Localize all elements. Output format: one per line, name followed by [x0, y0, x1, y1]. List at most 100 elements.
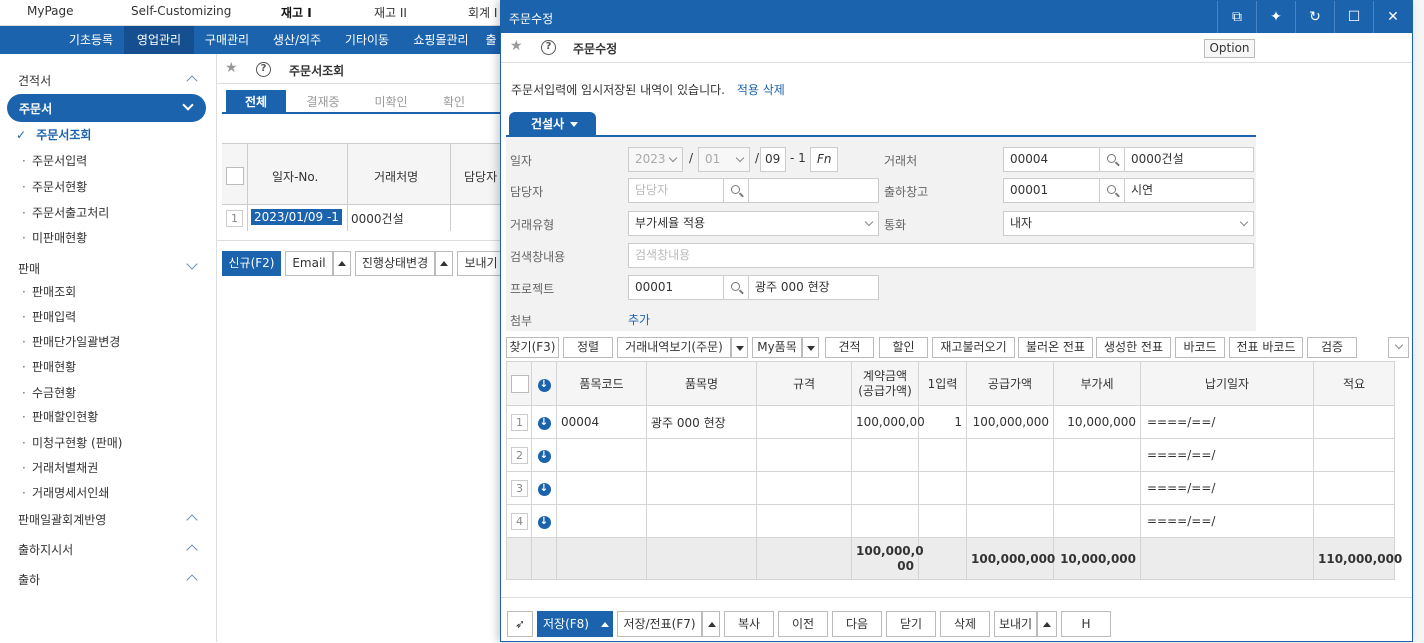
option-button[interactable]: Option: [1204, 39, 1255, 58]
cell-spec[interactable]: [756, 504, 852, 538]
star-icon[interactable]: ★: [225, 60, 238, 76]
order-date-link[interactable]: 2023/01/09 -1: [251, 209, 342, 225]
cell-memo[interactable]: [1313, 405, 1395, 439]
warehouse-code-input[interactable]: 00001: [1003, 178, 1100, 203]
topnav-mypage[interactable]: MyPage: [27, 4, 74, 18]
status-change-button[interactable]: 진행상태변경: [355, 251, 435, 276]
send-icon-button[interactable]: ➶: [507, 611, 533, 637]
cell-due-date[interactable]: ====/==/: [1140, 438, 1314, 472]
warehouse-name-input[interactable]: 시연: [1124, 178, 1254, 203]
sidebar-section-batch-accounting[interactable]: 판매일괄회계반영: [0, 505, 216, 531]
cell-supply-amount[interactable]: 100,000,000: [966, 405, 1054, 439]
cell-vat[interactable]: [1053, 438, 1141, 472]
cell-spec[interactable]: [756, 438, 852, 472]
cell-vat[interactable]: 10,000,000: [1053, 405, 1141, 439]
created-slip-button[interactable]: 생성한 전표: [1096, 337, 1171, 358]
cell-contract-amount[interactable]: [851, 471, 919, 505]
sidebar-item-discount-status[interactable]: · 판매할인현황: [22, 408, 98, 425]
help-icon[interactable]: ?: [541, 40, 556, 55]
sidebar-item-receivables[interactable]: · 거래처별채권: [22, 459, 98, 476]
cell-contract-amount[interactable]: [851, 438, 919, 472]
cell-item-name[interactable]: [646, 471, 757, 505]
sidebar-item-order-shipping[interactable]: · 주문서출고처리: [22, 204, 109, 221]
grid-select-all[interactable]: [506, 361, 532, 406]
barcode-button[interactable]: 바코드: [1175, 337, 1225, 358]
popout-icon[interactable]: ⧉: [1217, 1, 1256, 33]
help-icon[interactable]: ?: [256, 62, 271, 77]
cell-due-date[interactable]: ====/==/: [1140, 405, 1314, 439]
table-row[interactable]: 1 ↓ 00004 광주 000 현장 100,000,00 1 100,000…: [506, 405, 1395, 439]
find-button[interactable]: 찾기(F3): [506, 337, 559, 358]
cell-due-date[interactable]: ====/==/: [1140, 504, 1314, 538]
maximize-icon[interactable]: ☐: [1334, 1, 1373, 33]
arrow-down-circle-icon[interactable]: ↓: [537, 450, 551, 463]
menu-sales-management[interactable]: 영업관리: [124, 26, 194, 54]
warehouse-search-button[interactable]: [1099, 178, 1125, 203]
close-button[interactable]: 닫기: [886, 611, 936, 637]
topnav-self-customizing[interactable]: Self-Customizing: [131, 4, 231, 18]
topnav-accounting-1[interactable]: 회계 I: [468, 4, 497, 21]
slip-barcode-button[interactable]: 전표 바코드: [1229, 337, 1303, 358]
trade-history-button[interactable]: 거래내역보기(주문): [617, 337, 731, 358]
new-button[interactable]: 신규(F2): [222, 251, 281, 276]
sidebar-section-sales[interactable]: 판매: [0, 254, 216, 280]
refresh-icon[interactable]: ↻: [1295, 1, 1334, 33]
status-dropdown-button[interactable]: [435, 251, 453, 276]
close-icon[interactable]: ✕: [1373, 1, 1412, 33]
trade-history-dropdown[interactable]: [731, 337, 748, 358]
table-row[interactable]: 2 ↓ ====/==/: [506, 438, 1395, 472]
sidebar-item-order-inquiry[interactable]: ✓ 주문서조회: [16, 126, 91, 143]
sidebar-item-order-input[interactable]: · 주문서입력: [22, 152, 87, 169]
menu-other-movement[interactable]: 기타이동: [334, 26, 400, 54]
cell-supply-amount[interactable]: [966, 504, 1054, 538]
project-name-input[interactable]: 광주 000 현장: [748, 275, 879, 300]
date-day-input[interactable]: 09: [760, 147, 786, 172]
cell-item-name[interactable]: [646, 504, 757, 538]
copy-button[interactable]: 복사: [724, 611, 774, 637]
cell-supply-amount[interactable]: [966, 438, 1054, 472]
manager-name-input[interactable]: [748, 178, 879, 203]
cell-item-name[interactable]: [646, 438, 757, 472]
arrow-down-circle-icon[interactable]: ↓: [537, 483, 551, 496]
arrow-down-circle-icon[interactable]: ↓: [537, 516, 551, 529]
currency-select[interactable]: 내자: [1003, 211, 1254, 236]
quote-button[interactable]: 견적: [825, 337, 874, 358]
cell-qty[interactable]: [918, 438, 967, 472]
cell-item-code[interactable]: 00004: [556, 405, 647, 439]
select-all-checkbox[interactable]: [511, 374, 529, 393]
email-dropdown-button[interactable]: [333, 251, 351, 276]
cell-item-code[interactable]: [556, 471, 647, 505]
menu-truncated[interactable]: 출: [482, 26, 500, 54]
menu-production[interactable]: 생산/외주: [260, 26, 334, 54]
cell-supply-amount[interactable]: [966, 471, 1054, 505]
project-search-button[interactable]: [723, 275, 749, 300]
table-row[interactable]: 4 ↓ ====/==/: [506, 504, 1395, 538]
customer-search-button[interactable]: [1099, 147, 1125, 172]
menu-basic-registration[interactable]: 기초등록: [58, 26, 124, 54]
cell-qty[interactable]: [918, 504, 967, 538]
sidebar-item-order-status[interactable]: · 주문서현황: [22, 178, 87, 195]
topnav-inventory-2[interactable]: 재고 II: [374, 4, 407, 21]
sidebar-item-sales-status[interactable]: · 판매현황: [22, 358, 76, 375]
email-button[interactable]: Email: [285, 251, 333, 276]
cell-contract-amount[interactable]: [851, 504, 919, 538]
load-inventory-button[interactable]: 재고불러오기: [932, 337, 1015, 358]
cell-qty[interactable]: [918, 471, 967, 505]
my-items-dropdown[interactable]: [802, 337, 819, 358]
cell-spec[interactable]: [756, 405, 852, 439]
manager-code-input[interactable]: 담당자: [628, 178, 724, 203]
save-dropdown-button[interactable]: [595, 611, 613, 637]
page-scrollbar[interactable]: [1413, 0, 1424, 642]
trade-type-select[interactable]: 부가세율 적용: [628, 211, 879, 236]
apply-delete-link[interactable]: 적용 삭제: [737, 83, 785, 97]
sidebar-section-shipping-order[interactable]: 출하지시서: [0, 535, 216, 561]
topnav-inventory-1[interactable]: 재고 I: [281, 4, 312, 21]
h-button[interactable]: H: [1061, 611, 1111, 637]
my-items-button[interactable]: My품목: [752, 337, 802, 358]
select-all-checkbox[interactable]: [226, 167, 244, 185]
pin-icon[interactable]: ✦: [1256, 1, 1295, 33]
cell-memo[interactable]: [1313, 438, 1395, 472]
arrow-down-circle-icon[interactable]: ↓: [537, 417, 551, 430]
project-code-input[interactable]: 00001: [628, 275, 724, 300]
cell-contract-amount[interactable]: 100,000,00: [851, 405, 925, 439]
